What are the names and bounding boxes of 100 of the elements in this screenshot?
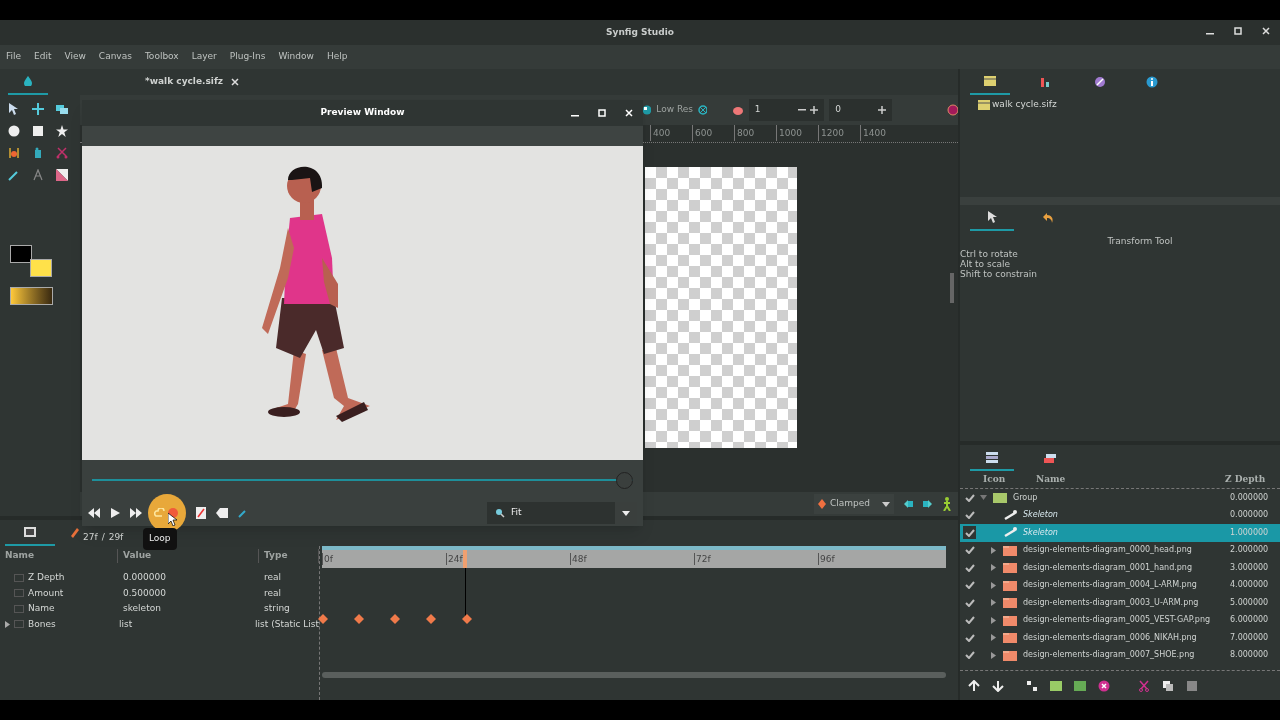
undo-history-icon[interactable]	[1042, 212, 1054, 224]
star-icon[interactable]	[56, 125, 68, 137]
paste-icon[interactable]	[1186, 679, 1198, 692]
menu-item[interactable]: Layer	[191, 50, 217, 64]
layer-row[interactable]: design-elements-diagram_0004_L-ARM.png 4.000000	[960, 576, 1280, 594]
walking-figure-icon[interactable]	[942, 497, 952, 511]
expander-icon[interactable]	[990, 651, 997, 659]
expander-icon[interactable]	[990, 599, 997, 607]
param-value[interactable]: 0.000000	[118, 571, 259, 585]
param-row[interactable]: Name skeleton string	[0, 601, 319, 617]
cut-icon[interactable]	[1138, 679, 1150, 692]
expander-icon[interactable]	[990, 616, 997, 624]
gradient-icon[interactable]	[56, 169, 68, 181]
expander-icon[interactable]	[990, 546, 997, 554]
menu-item[interactable]: Plug-Ins	[229, 50, 266, 64]
layer-row[interactable]: Group 0.000000	[960, 489, 1280, 507]
layer-row[interactable]: design-elements-diagram_0007_SHOE.png 8.000000	[960, 646, 1280, 664]
seek-back-icon[interactable]	[88, 508, 100, 518]
info-icon[interactable]	[1146, 76, 1158, 88]
column-header[interactable]: Z Depth	[1222, 472, 1280, 487]
param-row[interactable]: Z Depth 0.000000 real	[0, 570, 319, 586]
fill-color-swatch[interactable]	[30, 259, 52, 277]
checkbox[interactable]	[963, 526, 976, 540]
param-row[interactable]: Bones list list (Static List	[0, 616, 319, 632]
waypoint-icon[interactable]	[318, 614, 328, 624]
minus-icon[interactable]	[798, 106, 807, 114]
menu-item[interactable]: Edit	[34, 50, 52, 64]
param-row[interactable]: Amount 0.500000 real	[0, 585, 319, 601]
param-value[interactable]: skeleton	[118, 602, 259, 616]
layer-row[interactable]: design-elements-diagram_0005_VEST-GAP.png 6.000000	[960, 611, 1280, 629]
eyedropper-icon[interactable]	[238, 508, 248, 518]
menu-item[interactable]: File	[6, 50, 22, 64]
scrollbar-thumb[interactable]	[950, 273, 954, 303]
drop-icon[interactable]	[24, 76, 32, 86]
time-ruler[interactable]: 0f 24f 48f 72f 96f	[322, 550, 946, 568]
expander-icon[interactable]	[990, 634, 997, 642]
layers-icon[interactable]	[56, 103, 68, 115]
menu-item[interactable]: Canvas	[98, 50, 132, 64]
waypoint-icon[interactable]	[426, 614, 436, 624]
slider-thumb[interactable]	[616, 471, 633, 489]
interpolation-dropdown[interactable]: Clamped	[814, 494, 894, 514]
erase-icon[interactable]	[216, 508, 228, 518]
gradient-swatch[interactable]	[10, 287, 53, 305]
menu-item[interactable]: Toolbox	[144, 50, 179, 64]
raise-layer-icon[interactable]	[968, 679, 980, 692]
chart-icon[interactable]	[1040, 76, 1052, 88]
copy-icon[interactable]	[1162, 679, 1174, 692]
text-icon[interactable]	[32, 169, 44, 181]
onion-future-field[interactable]: 0	[829, 99, 892, 121]
menu-item[interactable]: Window	[278, 50, 314, 64]
layer-row[interactable]: design-elements-diagram_0000_head.png 2.000000	[960, 541, 1280, 559]
maximize-icon[interactable]	[1234, 27, 1242, 35]
layer-row[interactable]: design-elements-diagram_0003_U-ARM.png 5.000000	[960, 594, 1280, 612]
waypoint-icon[interactable]	[354, 614, 364, 624]
play-icon[interactable]	[110, 508, 120, 518]
onion-past-field[interactable]: 1	[748, 99, 825, 121]
delete-icon[interactable]	[1098, 679, 1110, 692]
column-header[interactable]: Name	[0, 549, 118, 563]
layer-row[interactable]: design-elements-diagram_0001_hand.png 3.000000	[960, 559, 1280, 577]
keyframe-lock-future-icon[interactable]	[922, 498, 934, 510]
expander-icon[interactable]	[990, 581, 997, 589]
close-icon[interactable]	[1262, 27, 1270, 35]
outline-color-swatch[interactable]	[10, 245, 32, 263]
document-tab[interactable]: *walk cycle.sifz	[145, 75, 240, 89]
move-icon[interactable]	[32, 103, 44, 115]
keyframe-lock-past-icon[interactable]	[902, 498, 914, 510]
circle-icon[interactable]	[8, 125, 20, 137]
grid-icon[interactable]	[698, 105, 708, 115]
menu-item[interactable]: View	[64, 50, 86, 64]
record-icon[interactable]	[946, 104, 958, 116]
waypoint-icon[interactable]	[462, 614, 472, 624]
column-header[interactable]: Type	[259, 549, 319, 563]
playback-slider[interactable]	[92, 471, 633, 489]
param-value[interactable]: 0.500000	[118, 586, 259, 600]
layer-row[interactable]: Skeleton 0.000000	[960, 506, 1280, 524]
column-header[interactable]: Icon	[960, 472, 1030, 487]
spline-icon[interactable]	[8, 147, 20, 159]
timeline-scrollbar[interactable]	[322, 672, 946, 678]
lower-layer-icon[interactable]	[992, 679, 1004, 692]
column-header[interactable]: Name	[1030, 472, 1222, 487]
pointer-icon[interactable]	[8, 103, 20, 115]
library-icon[interactable]	[1044, 452, 1056, 464]
menu-item[interactable]: Help	[326, 50, 348, 64]
plus-icon[interactable]	[810, 106, 819, 114]
waypoint-icon[interactable]	[390, 614, 400, 624]
document-entry[interactable]: walk cycle.sifz	[978, 98, 1280, 112]
plus-icon[interactable]	[877, 106, 886, 114]
rectangle-icon[interactable]	[32, 125, 44, 137]
expander-icon[interactable]	[5, 620, 10, 628]
layer-row[interactable]: design-elements-diagram_0006_NIKAH.png 7.000000	[960, 629, 1280, 647]
expander-icon[interactable]	[990, 564, 997, 572]
close-icon[interactable]	[231, 78, 240, 86]
param-value[interactable]: list	[113, 617, 251, 631]
zoom-dropdown[interactable]: Fit	[487, 502, 637, 524]
fill-icon[interactable]	[32, 147, 44, 159]
document-icon[interactable]	[196, 507, 206, 519]
expander-icon[interactable]	[980, 494, 987, 502]
eyedropper-icon[interactable]	[8, 169, 20, 181]
seek-forward-icon[interactable]	[130, 508, 142, 518]
wrench-icon[interactable]	[70, 527, 80, 539]
